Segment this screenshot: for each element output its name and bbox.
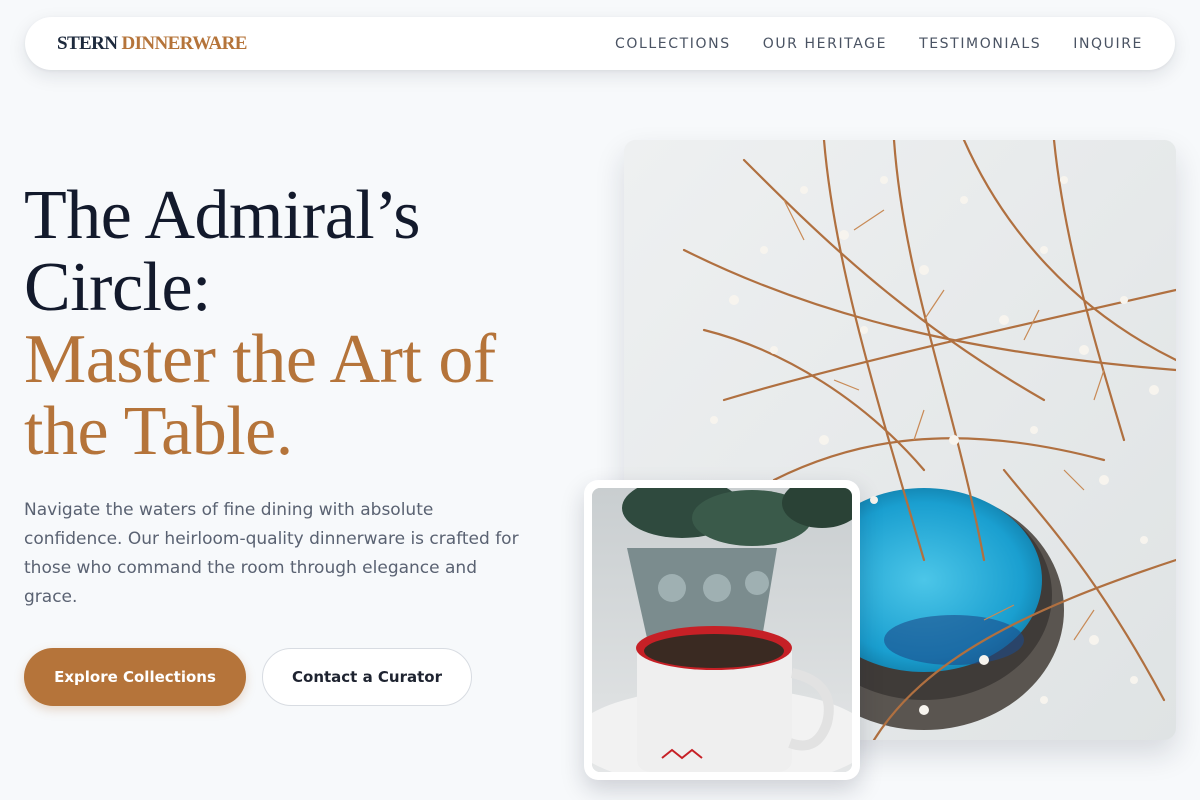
top-nav: STERN DINNERWARE COLLECTIONS OUR HERITAG…	[25, 17, 1175, 70]
explore-collections-button[interactable]: Explore Collections	[24, 648, 246, 706]
brand-part-1: STERN	[57, 32, 118, 54]
brand-part-2: DINNERWARE	[121, 32, 248, 54]
hero-accent-line-1: Master the Art of	[24, 321, 496, 398]
hero-title-line-1: The Admiral’s	[24, 177, 420, 254]
nav-links: COLLECTIONS OUR HERITAGE TESTIMONIALS IN…	[583, 36, 1143, 52]
brand-logo[interactable]: STERN DINNERWARE	[57, 33, 247, 55]
hero-title-line-2: Circle:	[24, 249, 211, 326]
nav-our-heritage[interactable]: OUR HERITAGE	[763, 36, 887, 52]
hero-section: The Admiral’s Circle: Master the Art of …	[24, 180, 584, 706]
nav-testimonials[interactable]: TESTIMONIALS	[919, 36, 1041, 52]
nav-inquire[interactable]: INQUIRE	[1073, 36, 1143, 52]
coffee-cup-photo	[592, 488, 852, 772]
hero-title: The Admiral’s Circle: Master the Art of …	[24, 180, 584, 468]
hero-accent-line-2: the Table.	[24, 393, 293, 470]
hero-description: Navigate the waters of fine dining with …	[24, 500, 519, 607]
nav-collections[interactable]: COLLECTIONS	[615, 36, 731, 52]
hero-actions: Explore Collections Contact a Curator	[24, 648, 584, 706]
contact-curator-button[interactable]: Contact a Curator	[262, 648, 472, 706]
hero-inset-image	[584, 480, 860, 780]
inset-image-frame	[592, 488, 852, 772]
